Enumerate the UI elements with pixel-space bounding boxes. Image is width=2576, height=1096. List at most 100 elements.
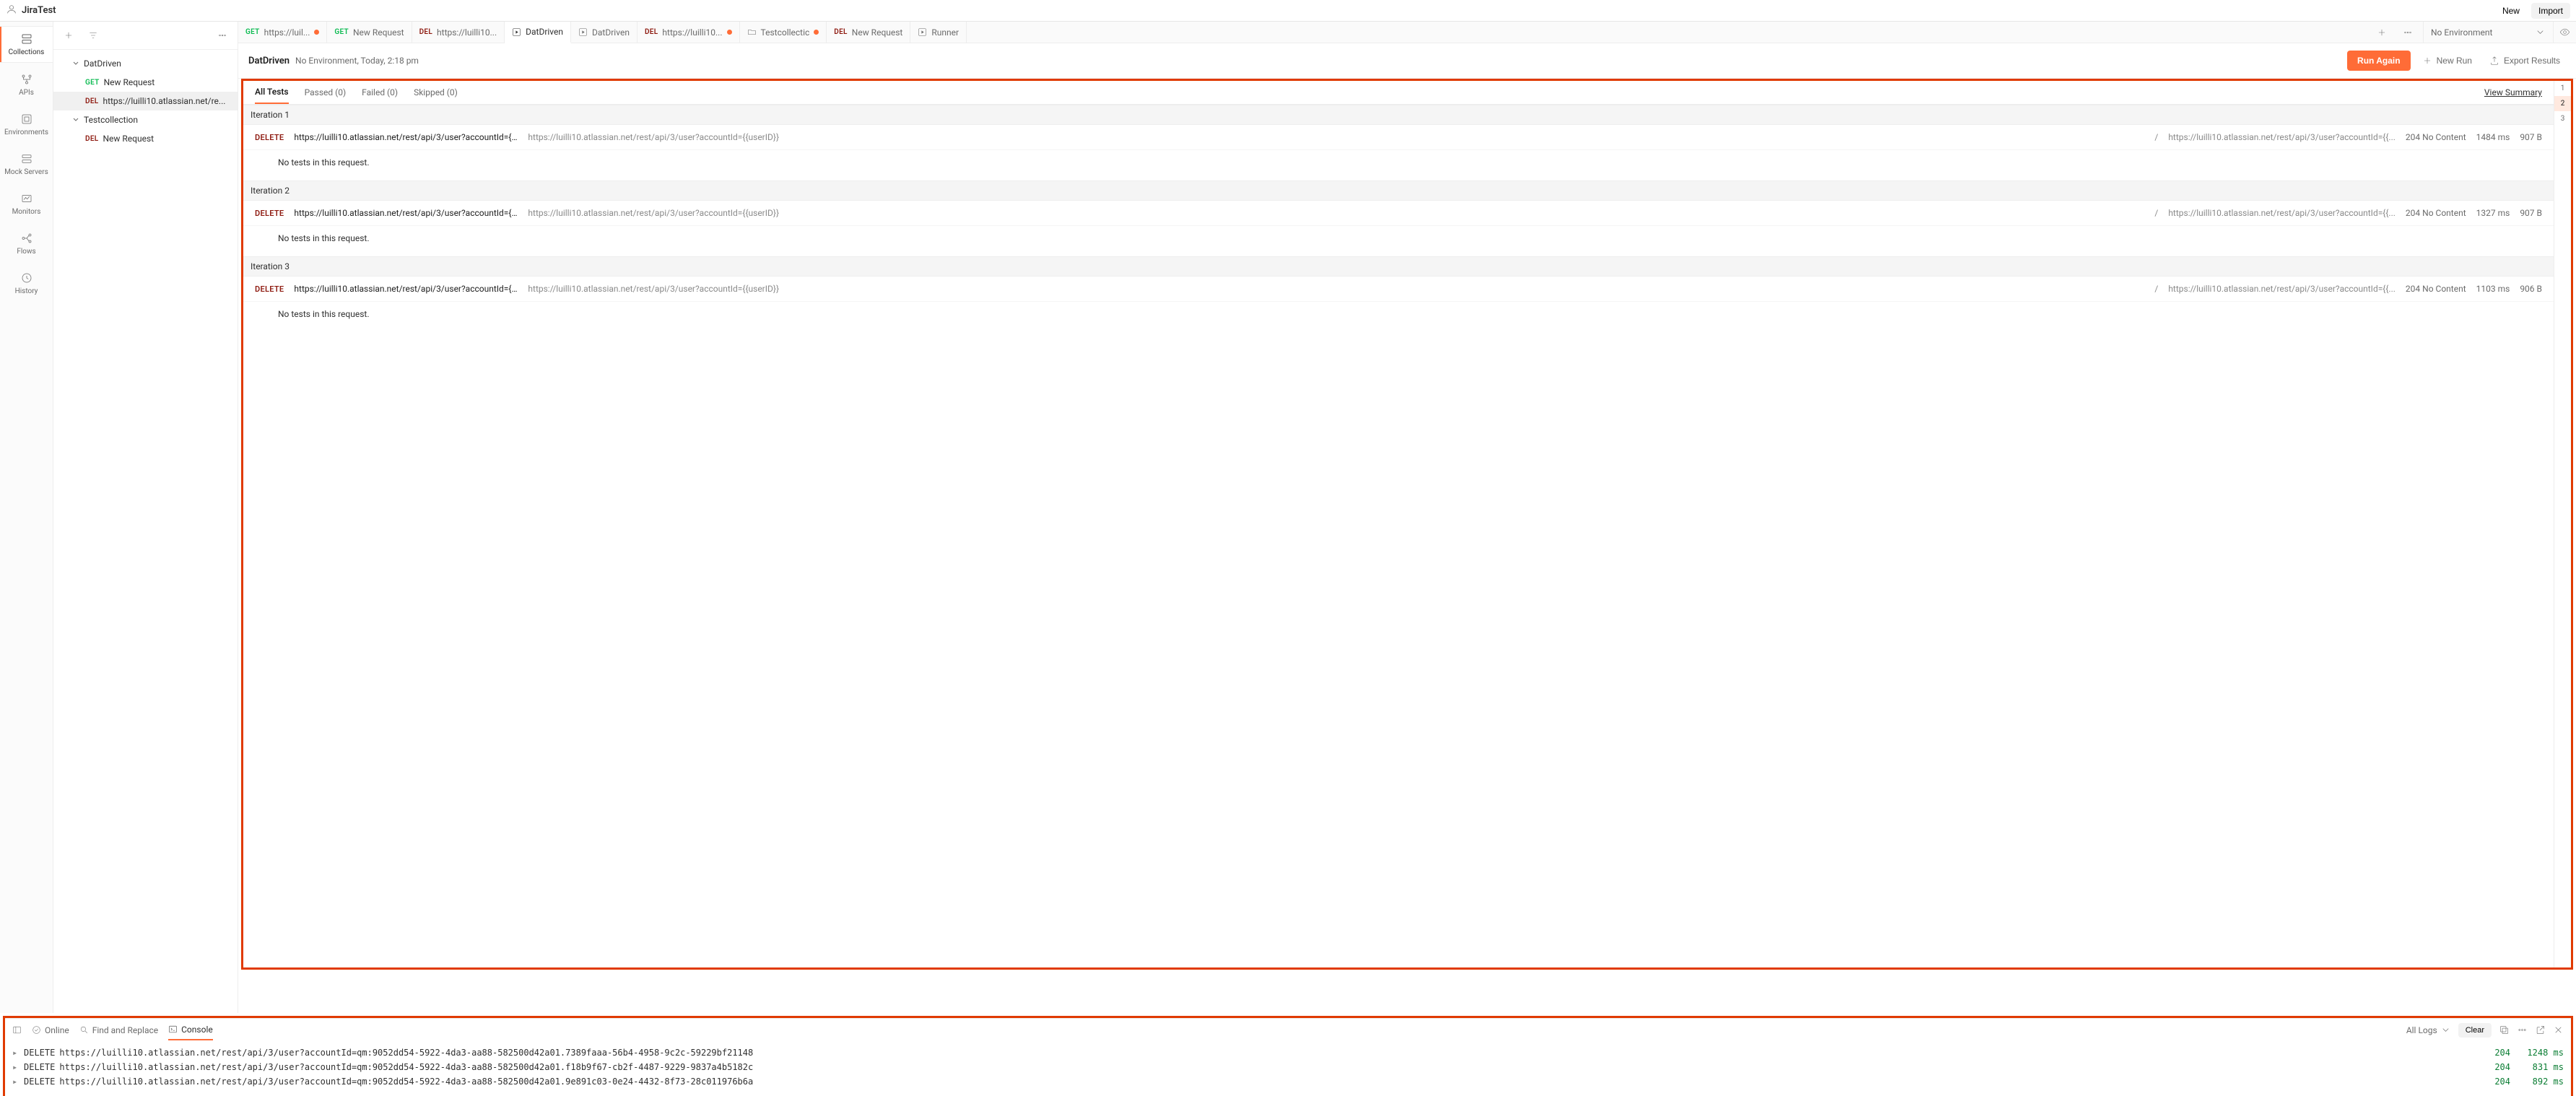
tab-all-tests[interactable]: All Tests: [255, 87, 289, 104]
request-url: https://luilli10.atlassian.net/rest/api/…: [294, 284, 518, 294]
results-tabs: All Tests Passed (0) Failed (0) Skipped …: [243, 81, 2554, 105]
nav-collections[interactable]: Collections: [0, 26, 53, 63]
response-time: 1327 ms: [2476, 208, 2510, 218]
iteration-header[interactable]: Iteration 3: [243, 256, 2554, 277]
copy-icon[interactable]: [2499, 1025, 2510, 1035]
iteration-gutter: 1 2 3: [2554, 81, 2571, 967]
view-summary-link[interactable]: View Summary: [2484, 87, 2542, 103]
result-row[interactable]: DELETE https://luilli10.atlassian.net/re…: [243, 125, 2554, 150]
log-time: 1248 ms: [2515, 1048, 2564, 1058]
new-tab-button[interactable]: [2372, 23, 2391, 42]
request-url-resolved: https://luilli10.atlassian.net/rest/api/…: [2168, 284, 2396, 294]
results-highlight: All Tests Passed (0) Failed (0) Skipped …: [241, 79, 2573, 970]
status-online[interactable]: Online: [32, 1021, 69, 1040]
tab[interactable]: DatDriven: [505, 22, 571, 43]
folder-icon: [747, 27, 757, 37]
tab[interactable]: DatDriven: [571, 22, 638, 43]
tabs-more-button[interactable]: [2398, 23, 2417, 42]
nav-label: History: [15, 287, 38, 295]
tab[interactable]: Runner: [910, 22, 967, 43]
iteration-header[interactable]: Iteration 1: [243, 105, 2554, 125]
result-row[interactable]: DELETE https://luilli10.atlassian.net/re…: [243, 201, 2554, 226]
method-badge: DEL: [419, 28, 432, 36]
import-button[interactable]: Import: [2531, 3, 2570, 19]
unsaved-dot-icon: [814, 30, 819, 35]
unsaved-dot-icon: [314, 30, 319, 35]
tab-label: DatDriven: [592, 27, 630, 38]
play-icon: [512, 27, 521, 37]
request-url-resolved: https://luilli10.atlassian.net/rest/api/…: [2168, 132, 2396, 142]
log-url: https://luilli10.atlassian.net/rest/api/…: [59, 1077, 2477, 1087]
tab-label: Runner: [931, 27, 959, 38]
export-results-button[interactable]: Export Results: [2484, 51, 2566, 70]
result-row[interactable]: DELETE https://luilli10.atlassian.net/re…: [243, 277, 2554, 302]
method-badge: DEL: [834, 28, 847, 36]
tab-passed[interactable]: Passed (0): [305, 87, 347, 103]
chevron-down-icon: [2535, 27, 2546, 38]
tab-label: https://luilli10...: [662, 27, 722, 38]
iteration-header[interactable]: Iteration 2: [243, 181, 2554, 201]
nav-label: Flows: [17, 248, 35, 256]
console-log-row[interactable]: ▸ DELETE https://luilli10.atlassian.net/…: [12, 1045, 2564, 1060]
tab-failed[interactable]: Failed (0): [362, 87, 398, 103]
nav-apis[interactable]: APIs: [0, 67, 53, 103]
tree-folder[interactable]: DatDriven: [53, 54, 238, 73]
tab[interactable]: GEThttps://luil...: [238, 22, 327, 43]
environment-quicklook[interactable]: [2553, 22, 2576, 43]
separator: /: [2154, 132, 2158, 142]
response-size: 907 B: [2520, 208, 2542, 218]
chevron-down-icon: [72, 116, 79, 123]
popout-icon[interactable]: [2535, 1025, 2546, 1035]
workspace-title[interactable]: JiraTest: [22, 5, 56, 16]
gutter-item[interactable]: 1: [2554, 81, 2571, 96]
more-icon[interactable]: [2517, 1025, 2528, 1035]
close-icon[interactable]: [2553, 1025, 2564, 1035]
status-panel-toggle[interactable]: [12, 1021, 22, 1039]
separator: /: [2154, 208, 2158, 218]
new-run-button[interactable]: New Run: [2416, 51, 2478, 70]
console-tab[interactable]: Console: [168, 1020, 213, 1040]
gutter-item[interactable]: 3: [2554, 111, 2571, 126]
clear-console-button[interactable]: Clear: [2458, 1023, 2492, 1038]
log-filter[interactable]: All Logs: [2406, 1025, 2451, 1035]
environment-selector[interactable]: No Environment: [2423, 22, 2553, 43]
tab[interactable]: DELhttps://luilli10...: [412, 22, 505, 43]
tab[interactable]: Testcollectic: [740, 22, 827, 43]
app-header: JiraTest New Import: [0, 0, 2576, 22]
find-replace-button[interactable]: Find and Replace: [79, 1021, 158, 1040]
tree-request[interactable]: DEL New Request: [53, 129, 238, 148]
add-collection-button[interactable]: [59, 26, 78, 45]
nav-mock-servers[interactable]: Mock Servers: [0, 147, 53, 182]
nav-monitors[interactable]: Monitors: [0, 186, 53, 222]
tree-folder[interactable]: Testcollection: [53, 110, 238, 129]
sidebar-more-button[interactable]: [213, 26, 232, 45]
new-button[interactable]: New: [2495, 3, 2527, 19]
nav-history[interactable]: History: [0, 266, 53, 301]
unsaved-dot-icon: [727, 30, 732, 35]
run-again-button[interactable]: Run Again: [2347, 51, 2411, 71]
environment-label: No Environment: [2431, 27, 2492, 38]
tab[interactable]: DELNew Request: [827, 22, 910, 43]
console-log-row[interactable]: ▸ DELETE https://luilli10.atlassian.net/…: [12, 1060, 2564, 1074]
log-method: DELETE: [24, 1062, 55, 1072]
method-badge: DEL: [85, 135, 98, 143]
nav-label: Collections: [9, 48, 45, 56]
tab-skipped[interactable]: Skipped (0): [414, 87, 458, 103]
nav-flows[interactable]: Flows: [0, 226, 53, 261]
console-log-row[interactable]: ▸ DELETE https://luilli10.atlassian.net/…: [12, 1074, 2564, 1089]
log-url: https://luilli10.atlassian.net/rest/api/…: [59, 1048, 2477, 1058]
request-url: https://luilli10.atlassian.net/rest/api/…: [294, 132, 518, 142]
status-code: 204 No Content: [2406, 208, 2466, 218]
tab[interactable]: GETNew Request: [327, 22, 412, 43]
tab[interactable]: DELhttps://luilli10...: [638, 22, 740, 43]
gutter-item[interactable]: 2: [2554, 96, 2571, 111]
filter-button[interactable]: [84, 26, 103, 45]
tab-label: New Request: [353, 27, 404, 38]
console-bar: Online Find and Replace Console All Logs…: [5, 1018, 2571, 1041]
tree-request[interactable]: GET New Request: [53, 73, 238, 92]
log-status: 204: [2481, 1077, 2510, 1087]
tree-request[interactable]: DEL https://luilli10.atlassian.net/re...: [53, 92, 238, 110]
chevron-down-icon: [2440, 1025, 2451, 1035]
tabs-bar: GEThttps://luil... GETNew Request DELhtt…: [238, 22, 2576, 43]
nav-environments[interactable]: Environments: [0, 107, 53, 142]
